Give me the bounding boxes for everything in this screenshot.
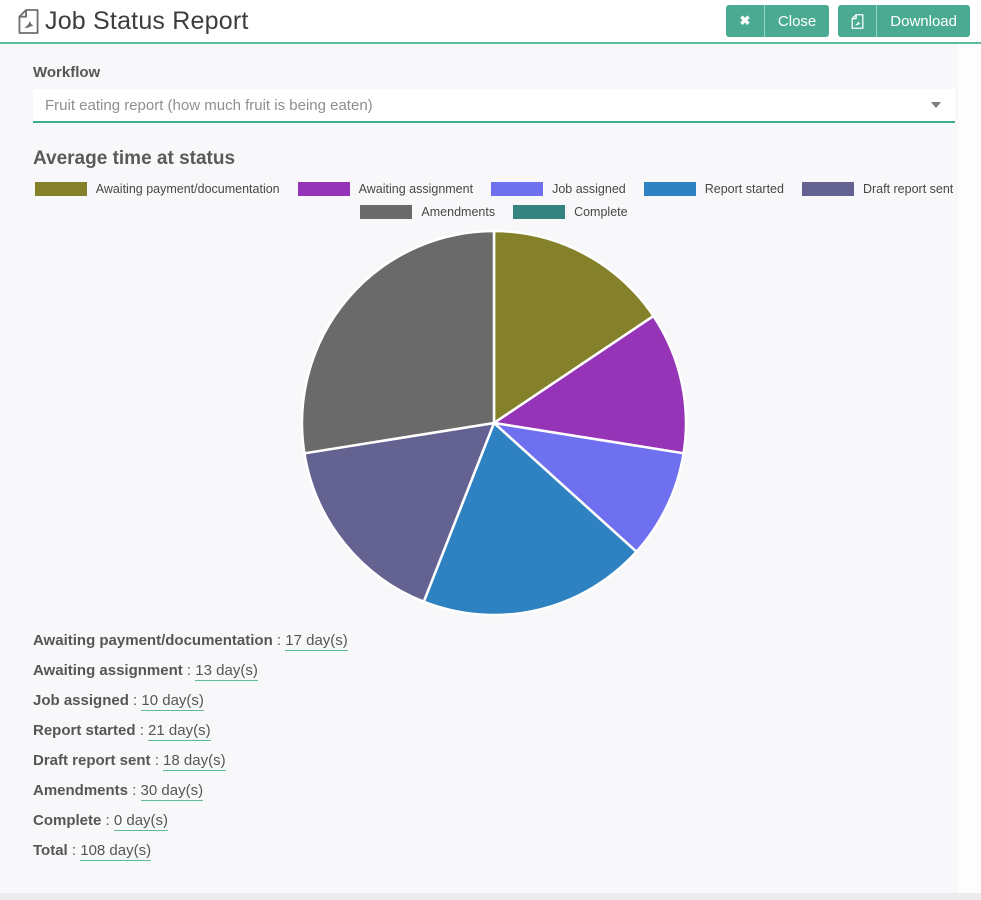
legend-item[interactable]: Awaiting assignment: [298, 182, 473, 196]
pie-chart: [299, 228, 689, 618]
status-value-link[interactable]: 17 day(s): [285, 632, 348, 651]
modal-header: Job Status Report ✖ Close Download: [0, 0, 981, 44]
status-value-link[interactable]: 18 day(s): [163, 752, 226, 771]
status-row: Job assigned : 10 day(s): [33, 686, 955, 716]
legend-swatch: [360, 205, 412, 219]
legend-label: Awaiting assignment: [359, 182, 473, 196]
bottom-strip: [0, 893, 981, 900]
status-value-link[interactable]: 108 day(s): [80, 842, 151, 861]
legend-label: Report started: [705, 182, 784, 196]
legend-label: Awaiting payment/documentation: [96, 182, 280, 196]
status-separator: :: [183, 662, 196, 679]
workflow-selected-option: Fruit eating report (how much fruit is b…: [45, 97, 373, 114]
legend-label: Draft report sent: [863, 182, 953, 196]
legend-swatch: [491, 182, 543, 196]
title-wrap: Job Status Report: [14, 7, 249, 36]
status-separator: :: [273, 632, 286, 649]
status-separator: :: [129, 692, 142, 709]
page-title: Job Status Report: [45, 7, 249, 36]
status-label: Awaiting payment/documentation: [33, 632, 273, 649]
status-label: Job assigned: [33, 692, 129, 709]
chart-legend: Awaiting payment/documentation Awaiting a…: [33, 182, 955, 219]
close-button[interactable]: ✖ Close: [726, 5, 829, 37]
legend-row: Amendments Complete: [33, 205, 955, 219]
status-list: Awaiting payment/documentation : 17 day(…: [33, 626, 955, 866]
status-separator: :: [101, 812, 114, 829]
close-button-label: Close: [765, 13, 829, 30]
status-value-link[interactable]: 30 day(s): [141, 782, 204, 801]
status-label: Total: [33, 842, 68, 859]
status-row: Awaiting payment/documentation : 17 day(…: [33, 626, 955, 656]
status-row: Amendments : 30 day(s): [33, 776, 955, 806]
legend-swatch: [298, 182, 350, 196]
legend-item[interactable]: Report started: [644, 182, 784, 196]
section-title: Average time at status: [33, 148, 955, 170]
legend-label: Complete: [574, 205, 628, 219]
legend-item[interactable]: Draft report sent: [802, 182, 953, 196]
status-label: Complete: [33, 812, 101, 829]
status-label: Amendments: [33, 782, 128, 799]
legend-row: Awaiting payment/documentation Awaiting a…: [33, 182, 955, 196]
right-gutter: [958, 44, 981, 898]
status-label: Awaiting assignment: [33, 662, 183, 679]
status-separator: :: [136, 722, 149, 739]
status-label: Report started: [33, 722, 136, 739]
report-content: Workflow Fruit eating report (how much f…: [0, 44, 958, 898]
status-row: Total : 108 day(s): [33, 836, 955, 866]
status-separator: :: [151, 752, 164, 769]
status-label: Draft report sent: [33, 752, 151, 769]
status-value-link[interactable]: 21 day(s): [148, 722, 211, 741]
status-value-link[interactable]: 10 day(s): [141, 692, 204, 711]
status-value-link[interactable]: 0 day(s): [114, 812, 168, 831]
pie-slice[interactable]: [302, 231, 494, 453]
close-icon: ✖: [726, 5, 764, 37]
legend-item[interactable]: Complete: [513, 205, 628, 219]
legend-item[interactable]: Job assigned: [491, 182, 626, 196]
legend-swatch: [35, 182, 87, 196]
workflow-label: Workflow: [33, 64, 955, 81]
workflow-select[interactable]: Fruit eating report (how much fruit is b…: [33, 89, 955, 123]
pdf-download-icon: [838, 5, 876, 37]
legend-item[interactable]: Awaiting payment/documentation: [35, 182, 280, 196]
status-value-link[interactable]: 13 day(s): [195, 662, 258, 681]
status-separator: :: [68, 842, 81, 859]
status-row: Report started : 21 day(s): [33, 716, 955, 746]
legend-swatch: [513, 205, 565, 219]
legend-swatch: [644, 182, 696, 196]
legend-item[interactable]: Amendments: [360, 205, 495, 219]
chevron-down-icon: [931, 102, 941, 108]
download-button[interactable]: Download: [838, 5, 970, 37]
download-button-label: Download: [877, 13, 970, 30]
status-row: Awaiting assignment : 13 day(s): [33, 656, 955, 686]
status-row: Complete : 0 day(s): [33, 806, 955, 836]
legend-swatch: [802, 182, 854, 196]
status-row: Draft report sent : 18 day(s): [33, 746, 955, 776]
status-separator: :: [128, 782, 141, 799]
legend-label: Amendments: [421, 205, 495, 219]
header-buttons: ✖ Close Download: [726, 5, 970, 37]
legend-label: Job assigned: [552, 182, 626, 196]
pdf-file-icon: [14, 7, 43, 36]
pie-chart-container: [33, 228, 955, 618]
